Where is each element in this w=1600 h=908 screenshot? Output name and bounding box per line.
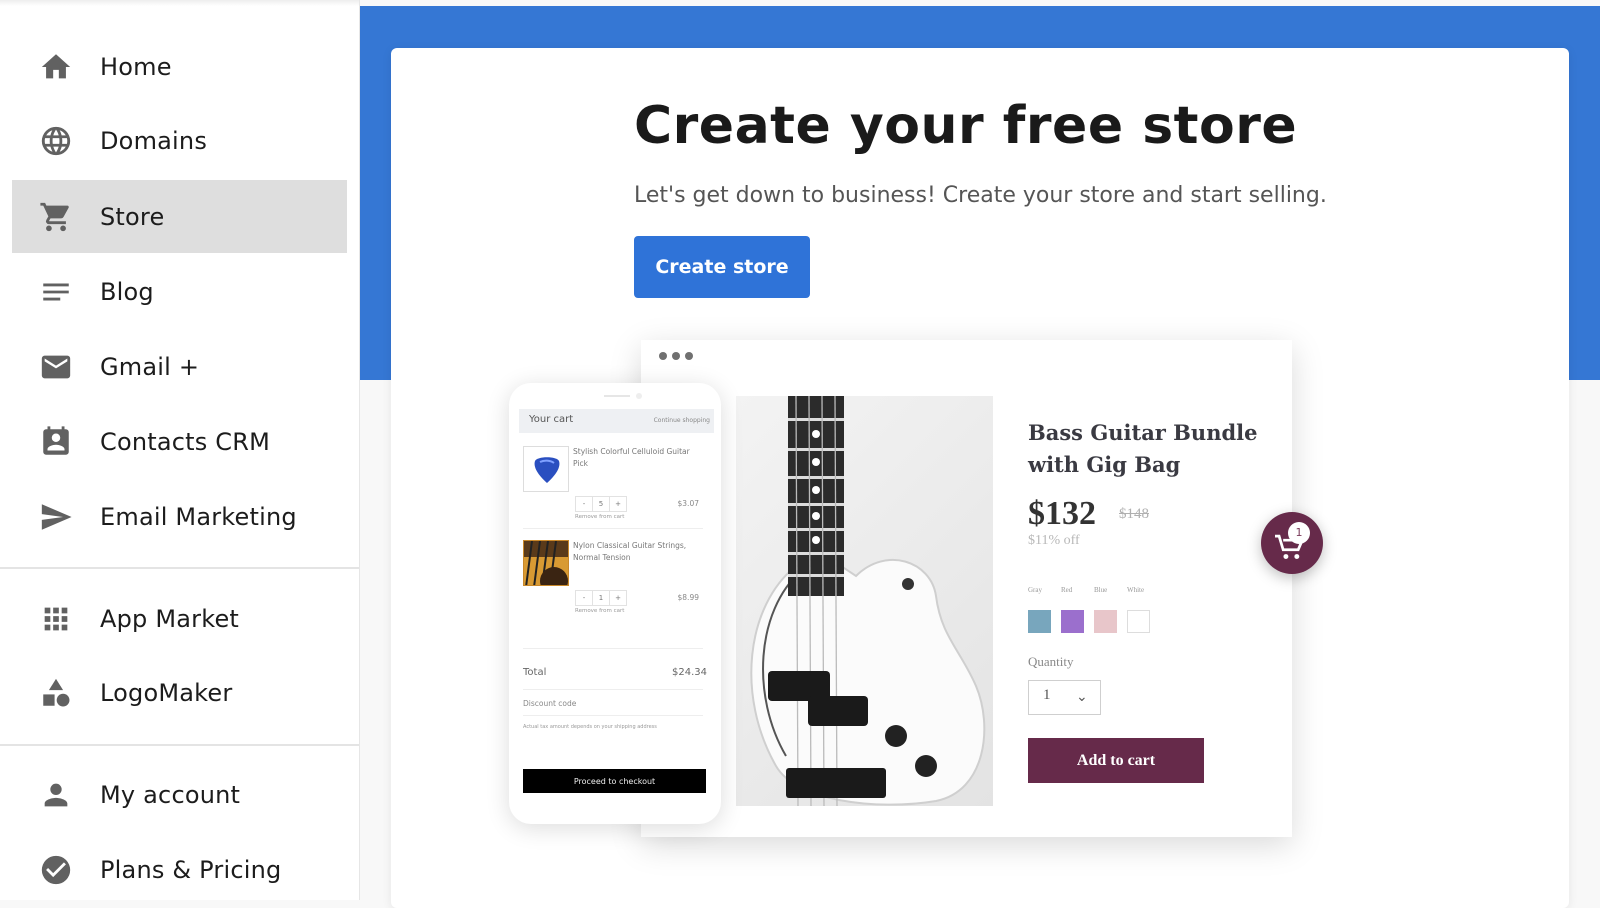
proceed-to-checkout-button[interactable]: Proceed to checkout <box>523 769 706 793</box>
quantity-value[interactable]: 1 <box>593 591 610 605</box>
sidebar-item-home[interactable]: Home <box>12 30 347 103</box>
sidebar-item-blog[interactable]: Blog <box>12 255 347 328</box>
sidebar-item-domains[interactable]: Domains <box>12 104 347 177</box>
product-price: $132 <box>1028 495 1096 532</box>
lines-icon <box>38 274 74 310</box>
cart-divider <box>523 715 703 716</box>
sidebar-item-label: Domains <box>100 126 208 155</box>
quantity-label: Quantity <box>1028 654 1074 669</box>
color-label: Blue <box>1094 586 1108 594</box>
cart-title: Your cart <box>529 414 574 425</box>
sidebar-divider <box>0 567 359 569</box>
apps-grid-icon <box>38 601 74 637</box>
remove-from-cart-link[interactable]: Remove from cart <box>575 608 624 614</box>
discount-code-link[interactable]: Discount code <box>523 699 576 708</box>
contact-card-icon <box>38 424 74 460</box>
sidebar-item-contacts-crm[interactable]: Contacts CRM <box>12 405 347 478</box>
sidebar: Home Domains Store Blog Gmail + Contacts… <box>0 0 360 900</box>
quantity-stepper: - 5 + <box>575 496 627 512</box>
sidebar-item-label: LogoMaker <box>100 678 233 707</box>
tax-note: Actual tax amount depends on your shippi… <box>523 724 657 730</box>
phone-speaker <box>604 395 630 397</box>
sidebar-item-label: Home <box>100 52 172 81</box>
sidebar-item-label: Gmail + <box>100 352 200 381</box>
color-label: Red <box>1061 586 1073 594</box>
sidebar-divider <box>0 744 359 746</box>
increment-button[interactable]: + <box>610 497 626 511</box>
sidebar-item-label: My account <box>100 780 241 809</box>
add-to-cart-button[interactable]: Add to cart <box>1028 738 1204 783</box>
sidebar-item-label: Email Marketing <box>100 502 297 531</box>
cart-total-value: $24.34 <box>672 667 707 678</box>
send-icon <box>38 499 74 535</box>
color-swatch[interactable] <box>1094 610 1117 633</box>
sidebar-item-email-marketing[interactable]: Email Marketing <box>12 480 347 553</box>
sidebar-item-plans-pricing[interactable]: Plans & Pricing <box>12 833 347 906</box>
cart-item-price: $3.07 <box>677 499 699 508</box>
globe-icon <box>38 123 74 159</box>
check-circle-icon <box>38 852 74 888</box>
guitar-strings-thumbnail <box>523 540 569 586</box>
cart-count-badge: 1 <box>1288 522 1310 544</box>
shapes-icon <box>38 675 74 711</box>
cart-divider <box>523 648 703 649</box>
color-label: White <box>1127 586 1145 594</box>
sidebar-item-my-account[interactable]: My account <box>12 758 347 831</box>
cart-header: Your cart Continue shopping <box>519 409 714 433</box>
guitar-pick-thumbnail <box>523 446 569 492</box>
sidebar-item-logomaker[interactable]: LogoMaker <box>12 656 347 729</box>
decrement-button[interactable]: - <box>576 497 593 511</box>
color-label: Gray <box>1028 586 1042 594</box>
cart-item-name: Stylish Colorful Celluloid Guitar Pick <box>573 447 690 468</box>
continue-shopping-link[interactable]: Continue shopping <box>654 417 710 424</box>
quantity-value: 1 <box>1043 687 1051 703</box>
cart-item-name: Nylon Classical Guitar Strings, Normal T… <box>573 541 687 562</box>
chevron-down-icon: ⌄ <box>1076 689 1088 705</box>
sidebar-item-gmail[interactable]: Gmail + <box>12 330 347 403</box>
sidebar-item-store[interactable]: Store <box>12 180 347 253</box>
color-swatch[interactable] <box>1127 610 1150 633</box>
page-subtitle: Let's get down to business! Create your … <box>634 183 1327 208</box>
product-old-price: $148 <box>1119 506 1149 522</box>
store-desktop-preview: Bass Guitar Bundle with Gig Bag $132 $14… <box>641 340 1292 837</box>
increment-button[interactable]: + <box>610 591 626 605</box>
page-title: Create your free store <box>634 96 1298 156</box>
phone-camera <box>636 393 642 399</box>
color-option-labels: Gray Red Blue White <box>1028 586 1160 594</box>
cart-icon <box>38 199 74 235</box>
color-swatches <box>1028 610 1150 633</box>
sidebar-item-label: App Market <box>100 604 240 633</box>
sidebar-item-label: Plans & Pricing <box>100 855 282 884</box>
window-dots-icon <box>659 352 693 360</box>
sidebar-item-app-market[interactable]: App Market <box>12 582 347 655</box>
create-store-button[interactable]: Create store <box>634 236 810 298</box>
home-icon <box>38 49 74 85</box>
color-swatch[interactable] <box>1061 610 1084 633</box>
cart-divider <box>523 689 703 690</box>
cart-total-label: Total <box>523 667 547 678</box>
product-discount: $11% off <box>1028 533 1080 548</box>
product-title: Bass Guitar Bundle with Gig Bag <box>1028 420 1258 477</box>
sidebar-item-label: Blog <box>100 277 154 306</box>
bass-guitar-image <box>736 396 993 806</box>
floating-cart-button[interactable]: 1 <box>1261 512 1323 574</box>
mail-icon <box>38 349 74 385</box>
mobile-cart-preview: Your cart Continue shopping Stylish Colo… <box>509 383 721 824</box>
color-swatch[interactable] <box>1028 610 1051 633</box>
quantity-select[interactable]: 1 ⌄ <box>1028 680 1101 715</box>
decrement-button[interactable]: - <box>576 591 593 605</box>
quantity-value[interactable]: 5 <box>593 497 610 511</box>
cart-divider <box>523 528 703 529</box>
remove-from-cart-link[interactable]: Remove from cart <box>575 514 624 520</box>
person-icon <box>38 777 74 813</box>
cart-item-price: $8.99 <box>677 593 699 602</box>
sidebar-top-shadow <box>0 0 359 6</box>
sidebar-item-label: Store <box>100 202 165 231</box>
quantity-stepper: - 1 + <box>575 590 627 606</box>
sidebar-item-label: Contacts CRM <box>100 427 271 456</box>
